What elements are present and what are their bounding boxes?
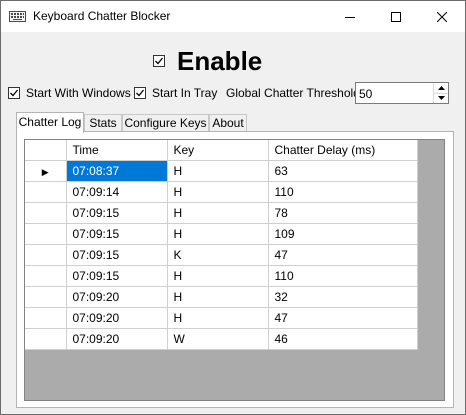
close-button[interactable] (419, 1, 465, 32)
row-header[interactable] (25, 202, 67, 224)
log-table: Time Key Chatter Delay (ms) ▶ 07:08:37 H… (25, 140, 418, 350)
table-row[interactable]: 07:09:20 H 32 (25, 286, 418, 308)
checkmark-icon (10, 89, 19, 97)
tab-about[interactable]: About (209, 114, 247, 131)
delay-cell[interactable]: 47 (268, 307, 418, 329)
time-cell[interactable]: 07:09:15 (66, 265, 168, 287)
delay-cell[interactable]: 109 (268, 223, 418, 245)
row-header[interactable]: ▶ (25, 160, 67, 182)
arrow-down-icon (437, 96, 445, 100)
delay-cell[interactable]: 46 (268, 328, 418, 350)
enable-toggle[interactable]: Enable (153, 46, 262, 76)
start-with-windows-label: Start With Windows (26, 86, 131, 100)
delay-cell[interactable]: 63 (268, 160, 418, 182)
delay-cell[interactable]: 47 (268, 244, 418, 266)
arrow-up-icon (437, 86, 445, 90)
key-cell[interactable]: H (167, 265, 269, 287)
header-row: Time Key Chatter Delay (ms) (25, 140, 418, 161)
title-bar[interactable]: Keyboard Chatter Blocker (1, 1, 465, 32)
app-window: Keyboard Chatter Blocker Enable Start Wi… (0, 0, 466, 415)
chatter-log-grid[interactable]: Time Key Chatter Delay (ms) ▶ 07:08:37 H… (24, 139, 445, 401)
row-header[interactable] (25, 223, 67, 245)
time-cell[interactable]: 07:09:20 (66, 307, 168, 329)
time-cell[interactable]: 07:09:15 (66, 223, 168, 245)
row-header[interactable] (25, 307, 67, 329)
threshold-input[interactable]: 50 (359, 87, 372, 101)
delay-cell[interactable]: 110 (268, 265, 418, 287)
tab-chatter-log[interactable]: Chatter Log (16, 112, 84, 133)
row-header[interactable] (25, 265, 67, 287)
time-cell[interactable]: 07:08:37 (66, 160, 168, 182)
table-row[interactable]: 07:09:14 H 110 (25, 181, 418, 203)
key-cell[interactable]: H (167, 202, 269, 224)
key-cell[interactable]: K (167, 244, 269, 266)
keyboard-icon (9, 11, 26, 22)
close-icon (437, 11, 447, 22)
start-in-tray-label: Start In Tray (152, 86, 218, 100)
start-with-windows-checkbox[interactable] (8, 87, 20, 99)
minimize-icon (345, 16, 355, 18)
key-cell[interactable]: W (167, 328, 269, 350)
column-header-key[interactable]: Key (167, 140, 269, 161)
key-cell[interactable]: H (167, 223, 269, 245)
row-header[interactable] (25, 181, 67, 203)
threshold-spinner[interactable]: 50 (355, 82, 449, 104)
start-in-tray-option[interactable]: Start In Tray (134, 86, 217, 100)
row-header[interactable] (25, 244, 67, 266)
start-with-windows-option[interactable]: Start With Windows (8, 86, 131, 100)
time-cell[interactable]: 07:09:14 (66, 181, 168, 203)
minimize-button[interactable] (327, 1, 373, 32)
start-in-tray-checkbox[interactable] (134, 87, 146, 99)
key-cell[interactable]: H (167, 181, 269, 203)
row-header[interactable] (25, 286, 67, 308)
time-cell[interactable]: 07:09:20 (66, 328, 168, 350)
table-row[interactable]: 07:09:20 W 46 (25, 328, 418, 350)
maximize-icon (391, 11, 401, 22)
corner-header[interactable] (25, 140, 67, 161)
table-row[interactable]: 07:09:15 H 110 (25, 265, 418, 287)
table-row[interactable]: 07:09:15 H 109 (25, 223, 418, 245)
delay-cell[interactable]: 32 (268, 286, 418, 308)
key-cell[interactable]: H (167, 307, 269, 329)
enable-label: Enable (177, 46, 263, 76)
tab-configure-keys[interactable]: Configure Keys (122, 114, 209, 131)
delay-cell[interactable]: 110 (268, 181, 418, 203)
table-row[interactable]: 07:09:20 H 47 (25, 307, 418, 329)
time-cell[interactable]: 07:09:15 (66, 202, 168, 224)
delay-cell[interactable]: 78 (268, 202, 418, 224)
current-row-icon: ▶ (41, 166, 49, 177)
table-row[interactable]: 07:09:15 H 78 (25, 202, 418, 224)
key-cell[interactable]: H (167, 286, 269, 308)
time-cell[interactable]: 07:09:20 (66, 286, 168, 308)
window-title: Keyboard Chatter Blocker (33, 9, 171, 23)
column-header-time[interactable]: Time (66, 140, 168, 161)
checkmark-icon (136, 89, 145, 97)
checkmark-icon (155, 57, 164, 65)
threshold-label: Global Chatter Threshold: (226, 86, 364, 100)
time-cell[interactable]: 07:09:15 (66, 244, 168, 266)
table-row[interactable]: ▶ 07:08:37 H 63 (25, 160, 418, 182)
maximize-button[interactable] (373, 1, 419, 32)
table-row[interactable]: 07:09:15 K 47 (25, 244, 418, 266)
key-cell[interactable]: H (167, 160, 269, 182)
spin-down-button[interactable] (434, 93, 448, 103)
column-header-delay[interactable]: Chatter Delay (ms) (268, 140, 418, 161)
enable-checkbox[interactable] (153, 55, 165, 67)
tab-stats[interactable]: Stats (84, 114, 122, 131)
row-header[interactable] (25, 328, 67, 350)
